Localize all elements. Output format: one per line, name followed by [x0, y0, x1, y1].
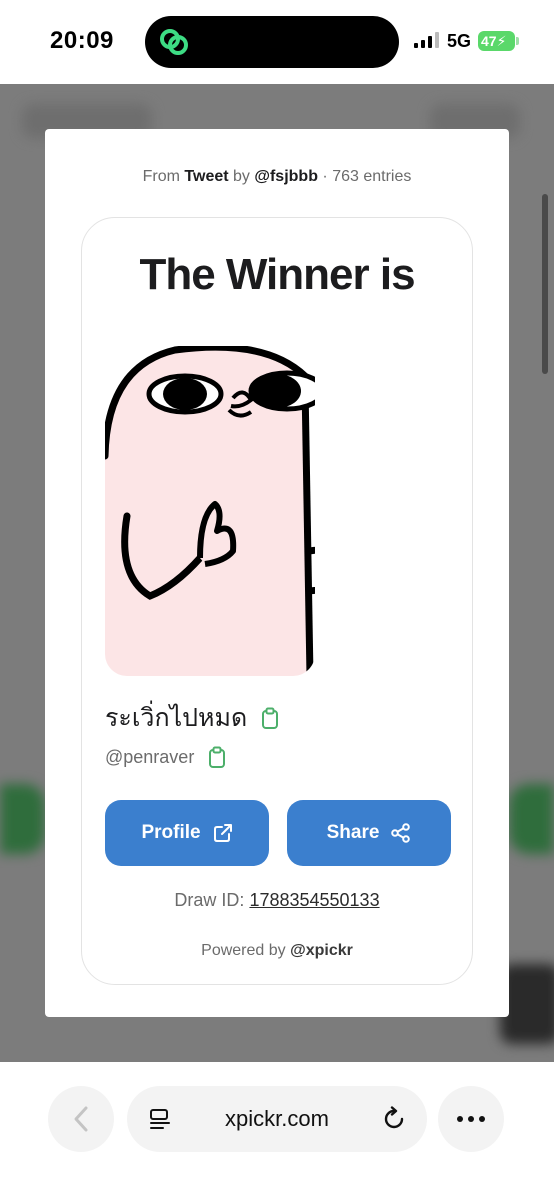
- ellipsis-icon: [457, 1116, 485, 1122]
- clipboard-icon[interactable]: [259, 707, 281, 729]
- reload-icon[interactable]: [381, 1106, 407, 1132]
- source-type: Tweet: [184, 168, 229, 185]
- winner-display-name: ระเวิ่กไปหมด: [105, 704, 248, 732]
- battery-level: 47: [481, 33, 497, 49]
- chevron-left-icon: [74, 1106, 88, 1132]
- winner-name-row: ระเวิ่กไปหมด: [105, 701, 281, 735]
- entries-count: 763 entries: [332, 168, 412, 185]
- meta-separator: ·: [322, 168, 328, 185]
- by-label: by: [233, 168, 250, 185]
- powered-by: Powered by @xpickr: [82, 942, 472, 960]
- more-button[interactable]: [438, 1086, 504, 1152]
- draw-id-link[interactable]: 1788354550133: [249, 890, 379, 910]
- blurred-green-element: [0, 784, 45, 854]
- powered-label: Powered by: [201, 942, 286, 959]
- draw-id-label: Draw ID:: [174, 890, 245, 910]
- draw-id-row: Draw ID: 1788354550133: [82, 890, 472, 911]
- address-bar[interactable]: xpickr.com: [127, 1086, 427, 1152]
- clock: 20:09: [50, 27, 114, 54]
- battery-icon: 47⚡: [478, 31, 519, 51]
- share-button-label: Share: [326, 822, 380, 843]
- winner-card: The Winner is ระเวิ่กไปหมด @penraver Pro…: [81, 217, 473, 985]
- profile-button-label: Profile: [141, 822, 201, 843]
- from-label: From: [142, 168, 180, 185]
- status-bar: 20:09 5G 47⚡: [0, 0, 554, 84]
- blurred-green-element-right: [509, 784, 554, 854]
- signal-icon: [414, 32, 439, 48]
- winner-avatar: [105, 346, 315, 676]
- link-icon: [160, 29, 188, 55]
- winner-modal: From Tweet by @fsjbbb · 763 entries The …: [45, 129, 509, 1017]
- dynamic-island: [145, 16, 399, 68]
- winner-title: The Winner is: [139, 250, 415, 299]
- share-icon: [391, 823, 411, 843]
- source-author[interactable]: @fsjbbb: [254, 168, 318, 185]
- giveaway-source-line: From Tweet by @fsjbbb · 763 entries: [45, 168, 509, 186]
- external-link-icon: [213, 824, 232, 842]
- winner-handle-row: @penraver: [105, 743, 228, 771]
- powered-brand-link[interactable]: @xpickr: [290, 942, 353, 959]
- profile-button[interactable]: Profile: [105, 800, 269, 866]
- clipboard-icon[interactable]: [206, 746, 228, 768]
- scrollbar[interactable]: [542, 194, 548, 374]
- avatar-character-illustration: [105, 346, 315, 676]
- share-button[interactable]: Share: [287, 800, 451, 866]
- back-button[interactable]: [48, 1086, 114, 1152]
- browser-toolbar: xpickr.com: [0, 1062, 554, 1200]
- winner-handle: @penraver: [105, 746, 195, 767]
- network-label: 5G: [447, 31, 472, 51]
